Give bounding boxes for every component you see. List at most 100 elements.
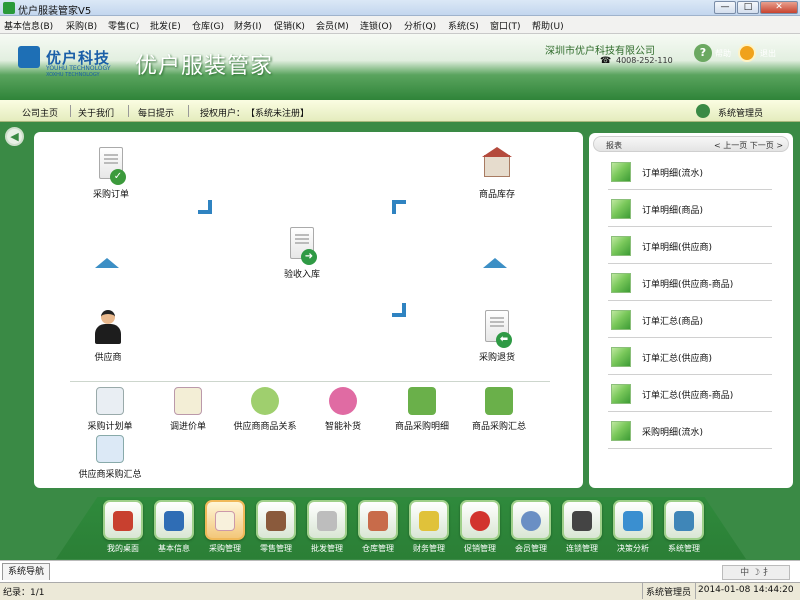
bar-chart-icon bbox=[613, 500, 653, 540]
help-button[interactable]: 帮助 bbox=[715, 48, 731, 59]
warehouse-icon bbox=[482, 147, 512, 185]
report-panel: 报表 < 上一页 下一页 > 订单明细(流水) 订单明细(商品) 订单明细(供应… bbox=[589, 133, 793, 488]
exit-button[interactable]: 退出 bbox=[760, 48, 776, 59]
app-header: 优户科技 YOUHU TECHNOLOGY XOXHU TECHNOLOGY 优… bbox=[0, 34, 800, 100]
report-item[interactable]: 订单明细(供应商) bbox=[608, 227, 772, 264]
book-icon bbox=[154, 500, 194, 540]
dock-member[interactable]: 会员管理 bbox=[509, 500, 553, 554]
prev-page-link[interactable]: < 上一页 bbox=[714, 141, 747, 150]
dock-promotion[interactable]: 促销管理 bbox=[458, 500, 502, 554]
members-icon bbox=[511, 500, 551, 540]
menu-chain[interactable]: 连锁(O) bbox=[360, 19, 392, 32]
smart-restock-label: 智能补货 bbox=[324, 422, 361, 432]
purchase-detail-label: 商品采购明细 bbox=[394, 422, 449, 432]
maximize-button[interactable]: □ bbox=[737, 1, 759, 14]
menu-warehouse[interactable]: 仓库(G) bbox=[192, 19, 224, 32]
report-icon bbox=[611, 236, 631, 256]
dock-finance[interactable]: 财务管理 bbox=[407, 500, 451, 554]
help-icon[interactable]: ? bbox=[694, 44, 712, 62]
report-item[interactable]: 订单汇总(供应商) bbox=[608, 338, 772, 375]
tab-system-nav[interactable]: 系统导航 bbox=[2, 563, 50, 580]
next-page-link[interactable]: 下一页 > bbox=[750, 141, 783, 150]
menu-member[interactable]: 会员(M) bbox=[316, 19, 349, 32]
nav-daily-tip-link[interactable]: 每日提示 bbox=[138, 106, 174, 119]
menu-system[interactable]: 系统(S) bbox=[448, 19, 479, 32]
receive-item[interactable]: ➜ 验收入库 bbox=[267, 227, 337, 280]
dock-label: 连锁管理 bbox=[566, 544, 598, 553]
boxes-icon bbox=[307, 500, 347, 540]
dock-warehouse[interactable]: 仓库管理 bbox=[356, 500, 400, 554]
ime-toolbar[interactable]: 中 ☽ 扌 bbox=[722, 565, 790, 580]
dock-basic-info[interactable]: 基本信息 bbox=[152, 500, 196, 554]
report-label: 订单明细(商品) bbox=[642, 206, 704, 216]
purchase-doc-icon bbox=[205, 500, 245, 540]
report-item[interactable]: 采购明细(流水) bbox=[608, 412, 772, 449]
dock-wholesale[interactable]: 批发管理 bbox=[305, 500, 349, 554]
menu-basic-info[interactable]: 基本信息(B) bbox=[4, 19, 53, 32]
close-button[interactable]: ✕ bbox=[760, 1, 798, 14]
purchase-detail-item[interactable]: 商品采购明细 bbox=[384, 387, 460, 432]
purchase-return-item[interactable]: ⬅ 采购退货 bbox=[462, 310, 532, 363]
supplier-product-item[interactable]: 供应商商品关系 bbox=[227, 387, 303, 432]
report-header: 报表 < 上一页 下一页 > bbox=[593, 136, 789, 152]
app-icon bbox=[3, 2, 15, 14]
report-icon bbox=[611, 310, 631, 330]
dock-chain[interactable]: 连锁管理 bbox=[560, 500, 604, 554]
purchase-order-label: 采购订单 bbox=[92, 190, 129, 200]
report-item[interactable]: 订单明细(流水) bbox=[608, 153, 772, 190]
purchase-summary-label: 商品采购汇总 bbox=[471, 422, 526, 432]
exit-icon[interactable] bbox=[738, 44, 756, 62]
purchase-order-item[interactable]: ✓ 采购订单 bbox=[76, 147, 146, 200]
status-divider bbox=[695, 583, 696, 599]
divider bbox=[70, 381, 550, 382]
supplier-label: 供应商 bbox=[94, 353, 122, 363]
menu-window[interactable]: 窗口(T) bbox=[490, 19, 521, 32]
dock-my-desktop[interactable]: 我的桌面 bbox=[101, 500, 145, 554]
menu-analysis[interactable]: 分析(Q) bbox=[404, 19, 436, 32]
report-label: 订单明细(流水) bbox=[642, 169, 704, 179]
relation-icon bbox=[251, 387, 279, 415]
menu-promotion[interactable]: 促销(K) bbox=[274, 19, 305, 32]
menu-bar: 基本信息(B) 采购(B) 零售(C) 批发(E) 仓库(G) 财务(I) 促销… bbox=[0, 16, 800, 34]
menu-help[interactable]: 帮助(U) bbox=[532, 19, 564, 32]
dock-system[interactable]: 系统管理 bbox=[662, 500, 706, 554]
back-icon[interactable]: ◀ bbox=[5, 127, 24, 146]
dock-label: 我的桌面 bbox=[107, 544, 139, 553]
dock-retail[interactable]: 零售管理 bbox=[254, 500, 298, 554]
report-item[interactable]: 订单汇总(供应商-商品) bbox=[608, 375, 772, 412]
yen-icon bbox=[409, 500, 449, 540]
dock-label: 基本信息 bbox=[158, 544, 190, 553]
dock-purchase[interactable]: 采购管理 bbox=[203, 500, 247, 554]
dock-analysis[interactable]: 决策分析 bbox=[611, 500, 655, 554]
nav-about-link[interactable]: 关于我们 bbox=[78, 106, 114, 119]
supplier-item[interactable]: 供应商 bbox=[73, 310, 143, 363]
purchase-plan-item[interactable]: 采购计划单 bbox=[72, 387, 148, 432]
price-sheet-icon bbox=[174, 387, 202, 415]
status-divider bbox=[642, 583, 643, 599]
report-item[interactable]: 订单汇总(商品) bbox=[608, 301, 772, 338]
nav-divider bbox=[128, 105, 129, 117]
minimize-button[interactable]: — bbox=[714, 1, 736, 14]
arrow-corner-icon bbox=[392, 200, 406, 214]
menu-retail[interactable]: 零售(C) bbox=[108, 19, 139, 32]
company-name: 深圳市优户科技有限公司 bbox=[545, 46, 655, 57]
smart-restock-item[interactable]: 智能补货 bbox=[305, 387, 381, 432]
purchase-return-label: 采购退货 bbox=[478, 353, 515, 363]
supplier-summary-item[interactable]: 供应商采购汇总 bbox=[72, 435, 148, 480]
menu-purchase[interactable]: 采购(B) bbox=[66, 19, 97, 32]
report-item[interactable]: 订单明细(商品) bbox=[608, 190, 772, 227]
inventory-item[interactable]: 商品库存 bbox=[462, 147, 532, 200]
menu-finance[interactable]: 财务(I) bbox=[234, 19, 262, 32]
nav-home-link[interactable]: 公司主页 bbox=[22, 106, 58, 119]
price-adjust-item[interactable]: 调进价单 bbox=[150, 387, 226, 432]
purchase-summary-item[interactable]: 商品采购汇总 bbox=[461, 387, 537, 432]
report-label: 订单汇总(供应商-商品) bbox=[642, 391, 734, 401]
report-item[interactable]: 订单明细(供应商-商品) bbox=[608, 264, 772, 301]
report-icon bbox=[611, 384, 631, 404]
status-user: 系统管理员 bbox=[646, 588, 692, 598]
restock-icon bbox=[329, 387, 357, 415]
arrow-corner-icon bbox=[198, 200, 212, 214]
menu-wholesale[interactable]: 批发(E) bbox=[150, 19, 181, 32]
current-user: 系统管理员 bbox=[718, 109, 764, 119]
phone-icon: ☎ bbox=[600, 56, 612, 66]
